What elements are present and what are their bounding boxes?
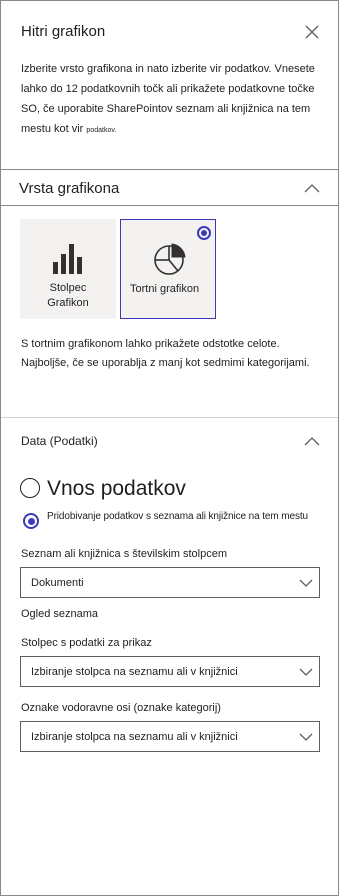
chart-type-column-option[interactable]: Stolpec Grafikon <box>20 219 116 319</box>
list-field-label: Seznam ali knjižnica s številskim stolpc… <box>21 548 228 560</box>
axis-labels-dropdown[interactable]: Izbiranje stolpca na seznamu ali v knjiž… <box>20 721 320 752</box>
quick-chart-panel: Hitri grafikon Izberite vrsto grafikona … <box>0 0 339 896</box>
radio-get-from-list-label: Pridobivanje podatkov s seznama ali knji… <box>47 511 309 522</box>
chevron-up-icon[interactable] <box>303 435 321 447</box>
chart-type-pie-option[interactable]: Tortni grafikon <box>120 219 216 319</box>
data-section-title: Data (Podatki) <box>21 434 98 448</box>
section-divider <box>1 417 338 418</box>
list-dropdown-value: Dokumenti <box>31 577 84 589</box>
pie-option-label: Tortni grafikon <box>130 283 200 295</box>
data-column-label: Stolpec s podatki za prikaz <box>21 637 152 649</box>
radio-enter-data-label: Vnos podatkov <box>47 477 186 500</box>
column-option-label-line1: Stolpec <box>49 282 87 294</box>
chart-type-description: S tortnim grafikonom lahko prikažete ods… <box>21 338 310 369</box>
axis-labels-dropdown-value: Izbiranje stolpca na seznamu ali v knjiž… <box>31 731 238 743</box>
chevron-up-icon[interactable] <box>303 182 321 194</box>
panel-intro: Izberite vrsto grafikona in nato izberit… <box>21 59 327 141</box>
data-column-dropdown-value: Izbiranje stolpca na seznamu ali v knjiž… <box>31 666 238 678</box>
chevron-down-icon <box>299 579 313 587</box>
panel-title: Hitri grafikon <box>21 23 106 40</box>
list-view-label: Ogled seznama <box>21 608 99 620</box>
selected-indicator <box>197 226 211 240</box>
chevron-down-icon <box>299 733 313 741</box>
chart-type-section-header[interactable]: Vrsta grafikona <box>1 169 338 206</box>
list-dropdown[interactable]: Dokumenti <box>20 567 320 598</box>
pie-chart-icon <box>154 243 186 275</box>
chart-type-section-title: Vrsta grafikona <box>19 180 120 197</box>
radio-enter-data[interactable] <box>20 478 40 498</box>
column-option-label-line2: Grafikon <box>47 297 89 309</box>
chevron-down-icon <box>299 668 313 676</box>
intro-text: Izberite vrsto grafikona in nato izberit… <box>21 63 315 135</box>
close-icon[interactable] <box>303 23 321 41</box>
data-column-dropdown[interactable]: Izbiranje stolpca na seznamu ali v knjiž… <box>20 656 320 687</box>
bar-chart-icon <box>53 244 82 274</box>
axis-labels-label: Oznake vodoravne osi (oznake kategorij) <box>21 702 221 714</box>
radio-get-from-list[interactable] <box>23 513 39 529</box>
intro-tail-text: podatkov. <box>86 127 117 134</box>
